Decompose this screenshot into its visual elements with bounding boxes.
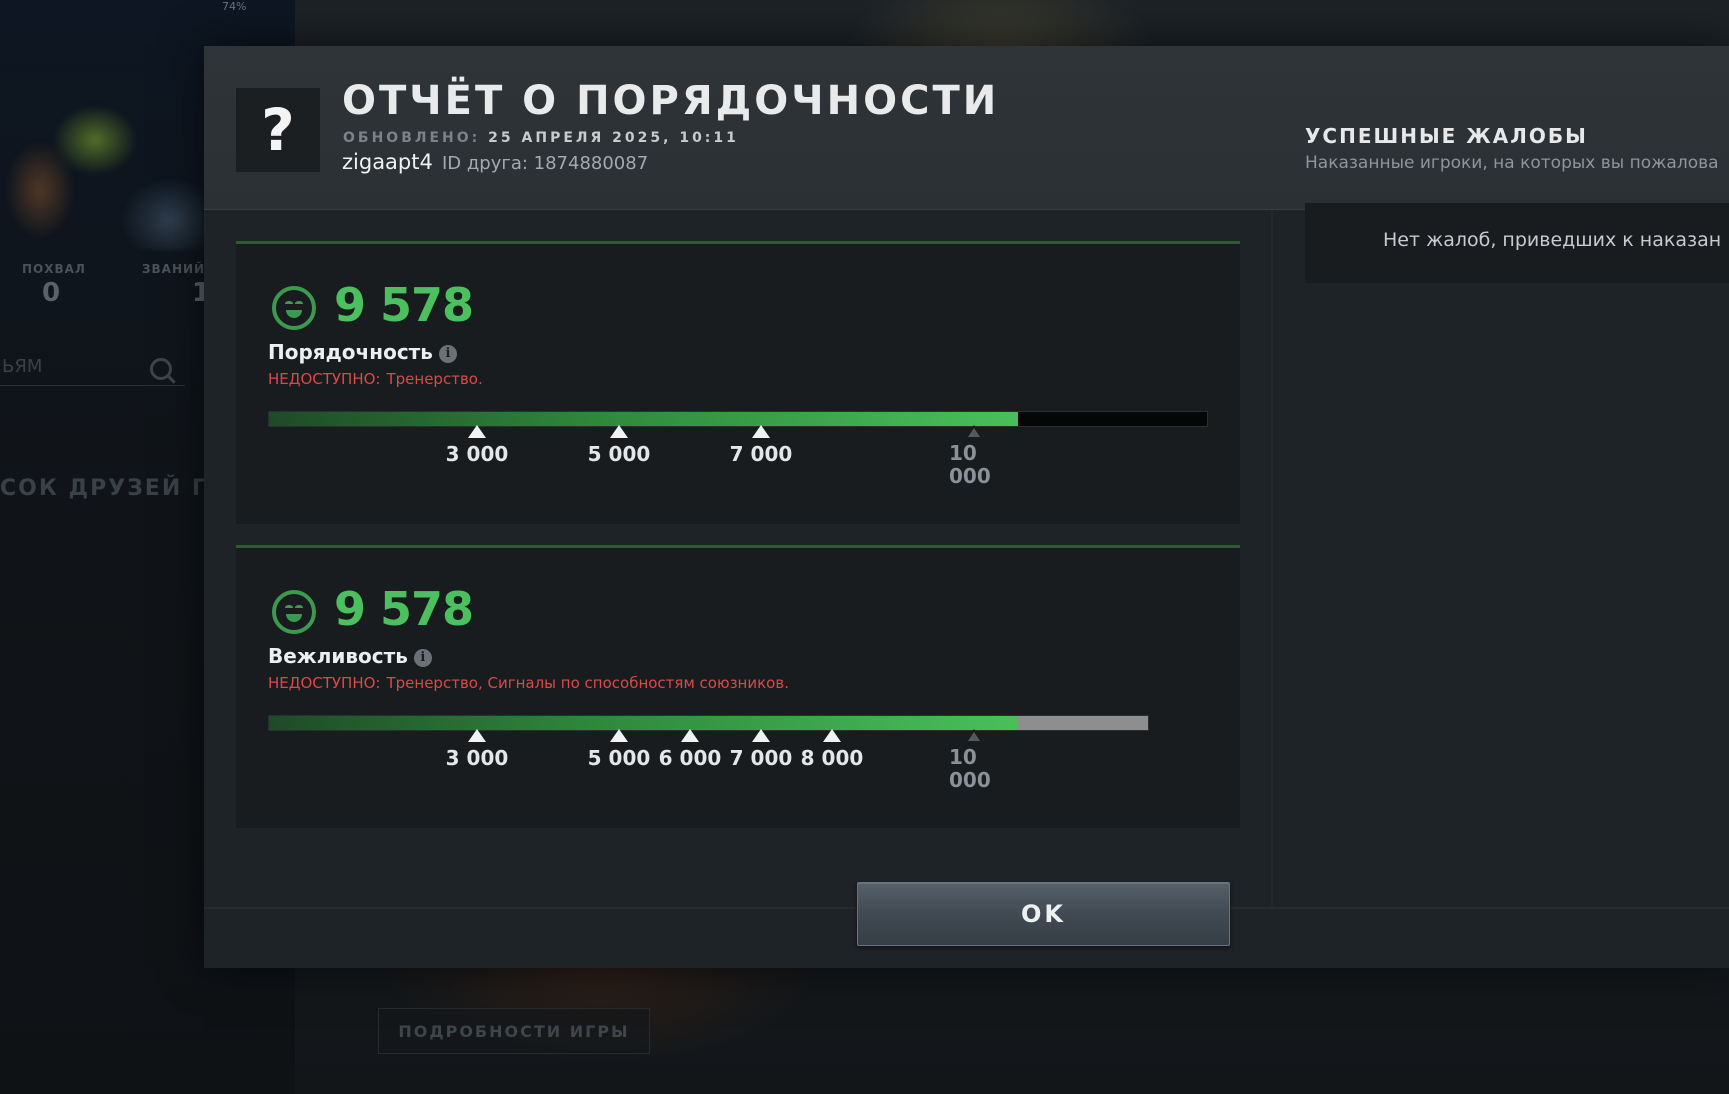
complaints-title: УСПЕШНЫЕ ЖАЛОБЫ xyxy=(1305,124,1588,148)
threshold-marker-max xyxy=(965,729,983,742)
complaints-empty-message: Нет жалоб, приведших к наказан xyxy=(1383,229,1722,251)
courtesy-label: Вежливость xyxy=(268,644,408,668)
user-info: zigaapt4 ID друга: 1874880087 xyxy=(342,150,648,174)
info-icon[interactable]: i xyxy=(413,649,432,667)
updated-value: 25 АПРЕЛЯ 2025, 10:11 xyxy=(488,130,739,146)
threshold-label-max: 10 000 xyxy=(949,745,991,792)
unavailable-label: НЕДОСТУПНО: xyxy=(268,674,381,692)
conduct-score: 9 578 xyxy=(334,278,474,332)
courtesy-progress-fill xyxy=(269,716,1018,730)
threshold-label: 7 000 xyxy=(729,746,793,770)
threshold-marker-max xyxy=(965,425,983,438)
behavior-report-dialog: ? ОТЧЁТ О ПОРЯДОЧНОСТИ ОБНОВЛЕНО: 25 АПР… xyxy=(204,46,1729,968)
threshold-marker xyxy=(468,425,486,438)
search-icon[interactable] xyxy=(150,358,172,380)
unavailable-reason: Тренерство. xyxy=(386,370,483,388)
threshold-label: 8 000 xyxy=(800,746,864,770)
info-icon[interactable]: i xyxy=(438,345,457,363)
courtesy-progress-bar xyxy=(268,715,1149,731)
smiley-face-icon xyxy=(272,286,316,330)
updated-timestamp: ОБНОВЛЕНО: 25 АПРЕЛЯ 2025, 10:11 xyxy=(343,130,739,146)
unavailable-reason: Тренерство, Сигналы по способностям союз… xyxy=(386,674,789,692)
ok-button[interactable]: OK xyxy=(857,882,1230,946)
threshold-marker xyxy=(610,425,628,438)
conduct-unavailable: НЕДОСТУПНО: Тренерство. xyxy=(268,370,483,388)
threshold-label: 7 000 xyxy=(729,442,793,466)
conduct-title: Порядочность i xyxy=(268,340,457,364)
conduct-progress-bar xyxy=(268,411,1208,427)
updated-label: ОБНОВЛЕНО: xyxy=(343,130,481,146)
threshold-label: 5 000 xyxy=(587,442,651,466)
threshold-marker xyxy=(681,729,699,742)
background-progress-text: 74% xyxy=(222,0,247,13)
conduct-label: Порядочность xyxy=(268,340,433,364)
threshold-label: 5 000 xyxy=(587,746,651,770)
courtesy-score: 9 578 xyxy=(334,582,474,636)
ranks-label: ЗВАНИЙ xyxy=(142,262,206,276)
dialog-body: 9 578 Порядочность i НЕДОСТУПНО: Тренерств… xyxy=(204,211,1729,907)
commends-label: ПОХВАЛ xyxy=(22,262,86,276)
courtesy-card: 9 578 Вежливость i НЕДОСТУПНО: Тренерство,… xyxy=(236,545,1240,828)
game-details-button[interactable]: ПОДРОБНОСТИ ИГРЫ xyxy=(378,1008,650,1054)
threshold-marker xyxy=(752,729,770,742)
conduct-card: 9 578 Порядочность i НЕДОСТУПНО: Тренерств… xyxy=(236,241,1240,524)
friend-id: ID друга: 1874880087 xyxy=(441,153,649,174)
smiley-face-icon xyxy=(272,590,316,634)
complaints-list: Нет жалоб, приведших к наказан xyxy=(1305,203,1729,283)
column-divider xyxy=(1271,211,1273,907)
threshold-label: 6 000 xyxy=(658,746,722,770)
complaints-subtitle: Наказанные игроки, на которых вы пожалов… xyxy=(1305,153,1719,173)
threshold-label: 3 000 xyxy=(445,746,509,770)
courtesy-unavailable: НЕДОСТУПНО: Тренерство, Сигналы по способ… xyxy=(268,674,789,692)
threshold-marker xyxy=(752,425,770,438)
threshold-marker xyxy=(610,729,628,742)
threshold-marker xyxy=(823,729,841,742)
threshold-marker xyxy=(468,729,486,742)
conduct-progress-fill xyxy=(269,412,1018,426)
courtesy-title: Вежливость i xyxy=(268,644,432,668)
threshold-label: 3 000 xyxy=(445,442,509,466)
unknown-avatar-icon: ? xyxy=(236,88,320,172)
dialog-title: ОТЧЁТ О ПОРЯДОЧНОСТИ xyxy=(342,78,1000,124)
hero-portrait xyxy=(0,40,205,250)
commends-value: 0 xyxy=(42,278,61,308)
username: zigaapt4 xyxy=(342,150,433,174)
unavailable-label: НЕДОСТУПНО: xyxy=(268,370,381,388)
threshold-label-max: 10 000 xyxy=(949,441,991,488)
